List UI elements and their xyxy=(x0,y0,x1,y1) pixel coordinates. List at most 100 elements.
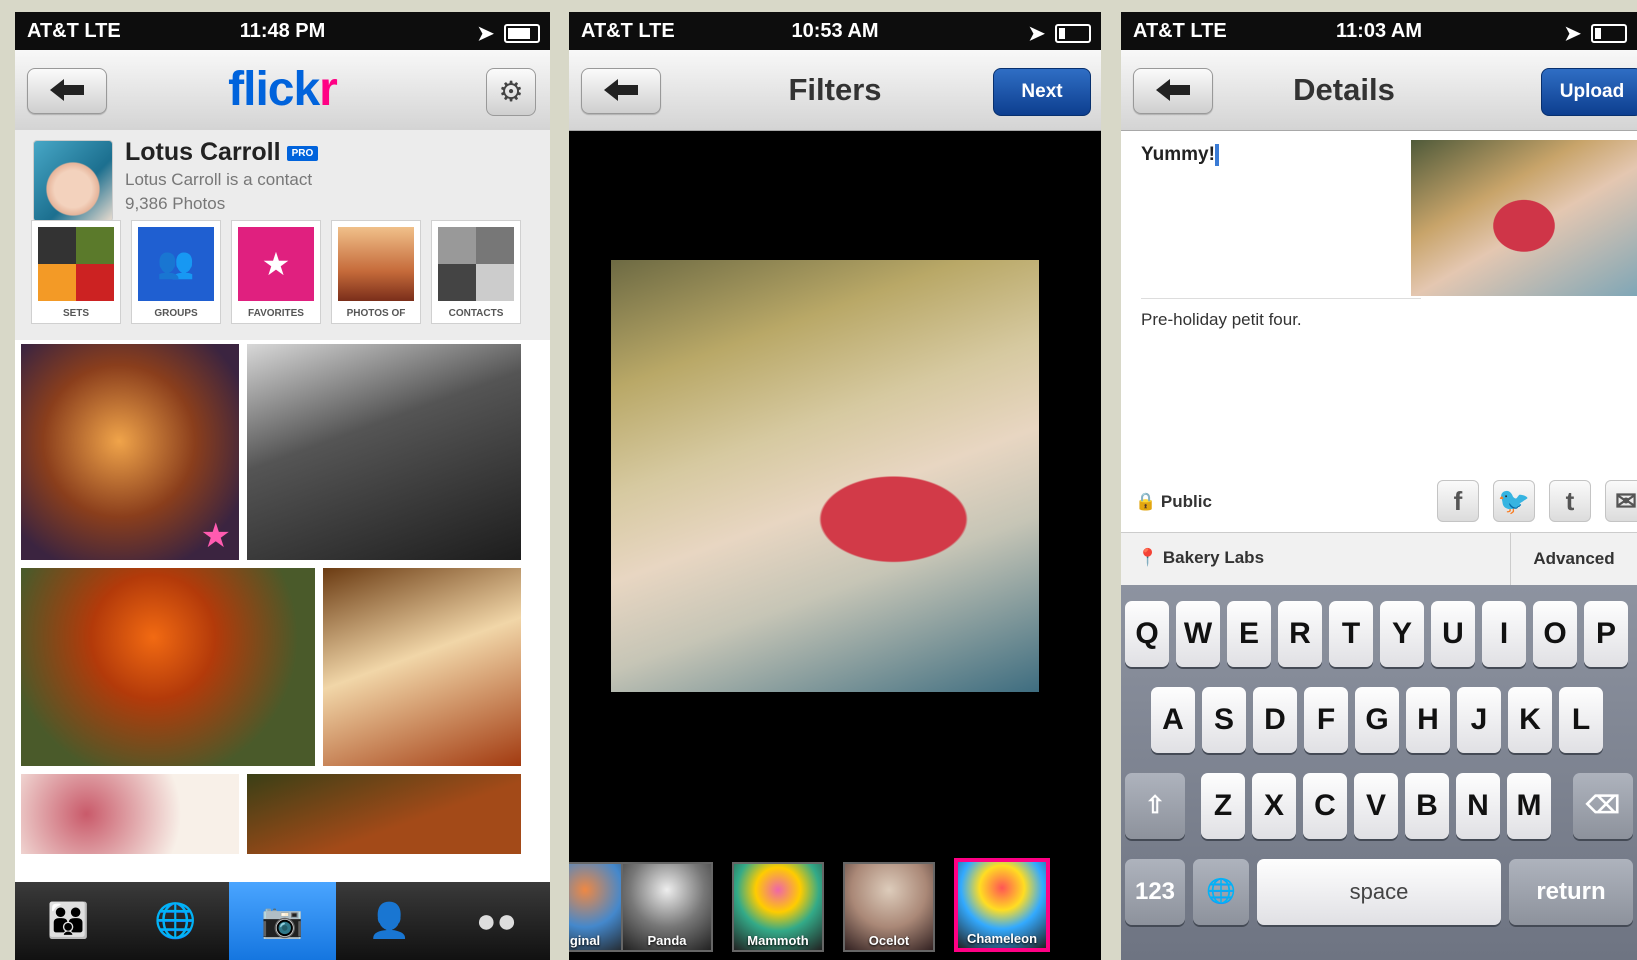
next-button[interactable]: Next xyxy=(993,68,1091,116)
contacts-icon: 👪 xyxy=(47,902,90,940)
nav-bar: Details Upload xyxy=(1121,50,1637,131)
upload-thumbnail xyxy=(1411,140,1637,296)
battery-icon xyxy=(504,24,540,43)
key-v[interactable]: V xyxy=(1354,773,1398,839)
tile-contacts[interactable]: CONTACTS xyxy=(431,220,521,324)
filter-mammoth[interactable]: Mammoth xyxy=(732,862,824,952)
key-i[interactable]: I xyxy=(1482,601,1526,667)
photo-thumbnail[interactable] xyxy=(21,568,315,766)
key-e[interactable]: E xyxy=(1227,601,1271,667)
key-w[interactable]: W xyxy=(1176,601,1220,667)
photo-thumbnail[interactable] xyxy=(21,774,239,854)
photo-thumbnail[interactable] xyxy=(323,568,521,766)
location-field[interactable]: 📍 Bakery Labs xyxy=(1137,548,1264,568)
key-d[interactable]: D xyxy=(1253,687,1297,753)
key-j[interactable]: J xyxy=(1457,687,1501,753)
clock: 11:03 AM xyxy=(1336,20,1422,42)
tile-favorites[interactable]: ★ FAVORITES xyxy=(231,220,321,324)
photos-of-thumbnail xyxy=(338,227,414,301)
star-icon: ★ xyxy=(238,227,314,301)
twitter-share-button[interactable]: 🐦 xyxy=(1493,480,1535,522)
status-icons: ➤ xyxy=(1028,21,1091,46)
key-q[interactable]: Q xyxy=(1125,601,1169,667)
facebook-share-button[interactable]: f xyxy=(1437,480,1479,522)
tile-sets[interactable]: SETS xyxy=(31,220,121,324)
key-c[interactable]: C xyxy=(1303,773,1347,839)
key-t[interactable]: T xyxy=(1329,601,1373,667)
status-icons: ➤ xyxy=(477,21,540,46)
key-o[interactable]: O xyxy=(1533,601,1577,667)
key-l[interactable]: L xyxy=(1559,687,1603,753)
key-p[interactable]: P xyxy=(1584,601,1628,667)
filter-ocelot[interactable]: Ocelot xyxy=(843,862,935,952)
clock: 10:53 AM xyxy=(791,20,879,42)
camera-icon: 📷 xyxy=(261,902,304,940)
gear-icon: ⚙ xyxy=(498,76,524,107)
key-n[interactable]: N xyxy=(1456,773,1500,839)
tab-contacts[interactable]: 👪 xyxy=(15,882,122,960)
key-h[interactable]: H xyxy=(1406,687,1450,753)
keyboard: Q W E R T Y U I O P A S D F G H J K L ⇧ Z X C V B N M ⌫ 123 🌐 space ret… xyxy=(1121,585,1637,960)
photo-preview xyxy=(611,260,1039,692)
key-m[interactable]: M xyxy=(1507,773,1551,839)
clock: 11:48 PM xyxy=(239,20,326,42)
globe-key[interactable]: 🌐 xyxy=(1193,859,1249,925)
tab-camera[interactable]: 📷 xyxy=(229,882,336,960)
person-icon: 👤 xyxy=(368,902,411,940)
twitter-bird-icon: 🐦 xyxy=(1497,486,1531,516)
tumblr-share-button[interactable]: t xyxy=(1549,480,1591,522)
favorite-star-icon: ★ xyxy=(200,517,231,555)
advanced-button[interactable]: Advanced xyxy=(1510,533,1637,585)
photo-thumbnail[interactable] xyxy=(247,774,521,854)
nav-bar: flickr ⚙ xyxy=(15,50,550,131)
battery-icon xyxy=(1591,24,1627,43)
status-icons: ➤ xyxy=(1564,21,1627,46)
filter-panda[interactable]: Panda xyxy=(621,862,713,952)
flickr-dots-icon: ●● xyxy=(475,901,518,940)
title-field[interactable]: Yummy! xyxy=(1141,144,1219,166)
screen-title: Details xyxy=(1293,72,1395,107)
shift-key[interactable]: ⇧ xyxy=(1125,773,1185,839)
status-bar: AT&T LTE 11:48 PM ➤ xyxy=(15,12,550,50)
key-u[interactable]: U xyxy=(1431,601,1475,667)
status-bar: AT&T LTE 10:53 AM ➤ xyxy=(569,12,1101,50)
lock-icon: 🔒 xyxy=(1135,492,1157,511)
key-y[interactable]: Y xyxy=(1380,601,1424,667)
groups-icon: 👥 xyxy=(138,227,214,301)
globe-icon: 🌐 xyxy=(154,902,197,940)
location-arrow-icon: ➤ xyxy=(1564,23,1581,45)
tile-groups[interactable]: 👥 GROUPS xyxy=(131,220,221,324)
key-r[interactable]: R xyxy=(1278,601,1322,667)
tab-profile[interactable]: 👤 xyxy=(336,882,443,960)
divider xyxy=(1141,298,1421,299)
key-g[interactable]: G xyxy=(1355,687,1399,753)
space-key[interactable]: space xyxy=(1257,859,1501,925)
email-share-button[interactable]: ✉ xyxy=(1605,480,1637,522)
photo-thumbnail[interactable] xyxy=(247,344,521,560)
key-a[interactable]: A xyxy=(1151,687,1195,753)
settings-button[interactable]: ⚙ xyxy=(486,68,536,116)
photo-thumbnail[interactable]: ★ xyxy=(21,344,239,560)
status-bar: AT&T LTE 11:03 AM ➤ xyxy=(1121,12,1637,50)
key-s[interactable]: S xyxy=(1202,687,1246,753)
key-z[interactable]: Z xyxy=(1201,773,1245,839)
delete-key[interactable]: ⌫ xyxy=(1573,773,1633,839)
tab-flickr[interactable]: ●● xyxy=(443,882,550,960)
tile-photos-of[interactable]: PHOTOS OF xyxy=(331,220,421,324)
filter-chameleon[interactable]: Chameleon xyxy=(954,858,1050,952)
key-x[interactable]: X xyxy=(1252,773,1296,839)
key-f[interactable]: F xyxy=(1304,687,1348,753)
numbers-key[interactable]: 123 xyxy=(1125,859,1185,925)
tab-explore[interactable]: 🌐 xyxy=(122,882,229,960)
key-b[interactable]: B xyxy=(1405,773,1449,839)
filter-strip: ginal Panda Mammoth Ocelot Chameleon xyxy=(569,852,1101,960)
details-screen: AT&T LTE 11:03 AM ➤ Details Upload Yummy… xyxy=(1121,12,1637,960)
nav-bar: Filters Next xyxy=(569,50,1101,131)
avatar[interactable] xyxy=(33,140,113,222)
upload-button[interactable]: Upload xyxy=(1541,68,1637,116)
location-arrow-icon: ➤ xyxy=(477,23,494,45)
privacy-setting[interactable]: 🔒 Public xyxy=(1135,492,1212,512)
description-field[interactable]: Pre-holiday petit four. xyxy=(1141,310,1302,330)
key-k[interactable]: K xyxy=(1508,687,1552,753)
return-key[interactable]: return xyxy=(1509,859,1633,925)
